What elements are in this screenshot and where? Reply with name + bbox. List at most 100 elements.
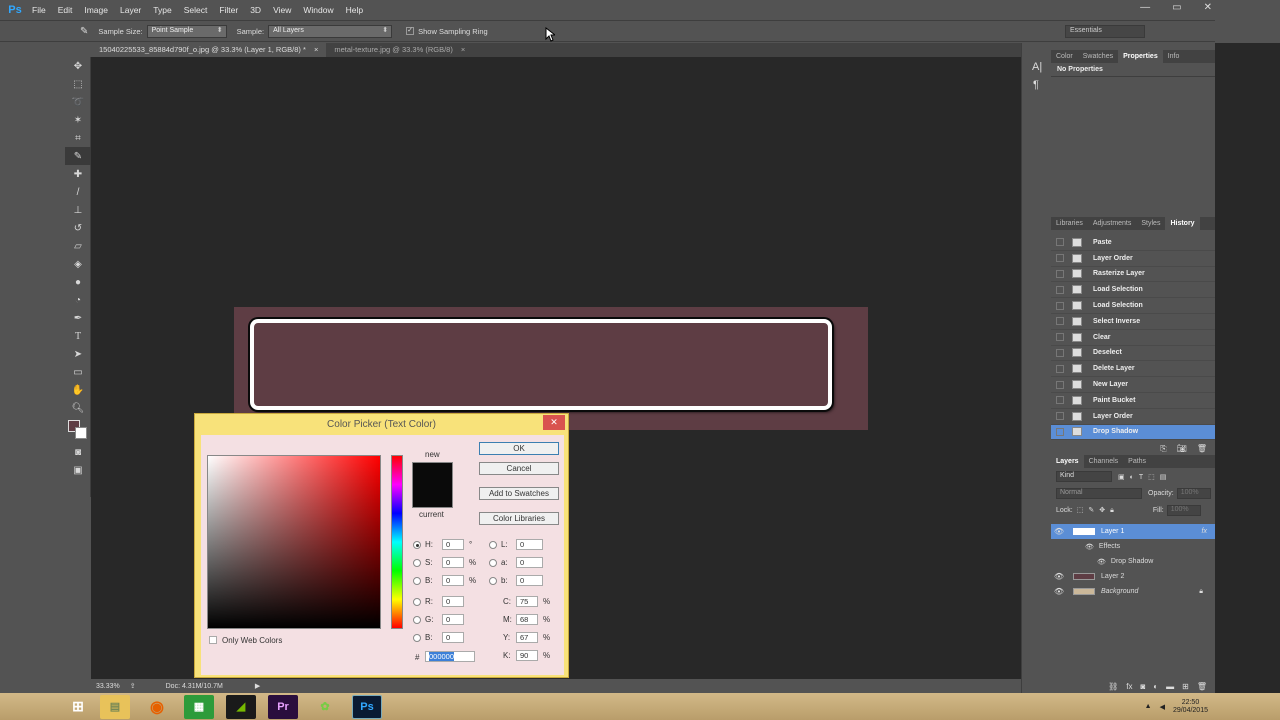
move-tool-icon[interactable]: ✥: [65, 57, 91, 75]
history-item[interactable]: Select Inverse: [1051, 314, 1215, 330]
paint-bucket-tool-icon[interactable]: ◈: [65, 255, 91, 273]
link-layers-icon[interactable]: ⛓︎: [1108, 682, 1118, 691]
menu-filter[interactable]: Filter: [213, 5, 244, 15]
history-brush-tool-icon[interactable]: ↺: [65, 219, 91, 237]
m-input[interactable]: 68: [516, 614, 538, 625]
new-group-icon[interactable]: ▬: [1166, 682, 1174, 691]
quick-mask-icon[interactable]: ◙: [65, 443, 91, 461]
blue-radio[interactable]: [413, 634, 421, 642]
new-document-from-state-icon[interactable]: ⎘: [1160, 444, 1166, 454]
layer-row-layer-1[interactable]: 👁︎ Layer 1 fx: [1051, 524, 1215, 539]
tab-libraries[interactable]: Libraries: [1051, 220, 1088, 227]
eyedropper-icon[interactable]: ✎: [80, 26, 88, 37]
paragraph-panel-icon[interactable]: ¶: [1033, 79, 1050, 91]
marquee-tool-icon[interactable]: ⬚: [65, 75, 91, 93]
windows-start-icon[interactable]: ⊞: [68, 695, 88, 719]
dodge-tool-icon[interactable]: ◔: [65, 291, 91, 309]
lab-b-input[interactable]: 0: [516, 575, 543, 586]
sample-size-select[interactable]: Point Sample: [146, 24, 227, 38]
path-selection-tool-icon[interactable]: ➤: [65, 345, 91, 363]
history-source-checkbox[interactable]: [1056, 285, 1064, 294]
color-libraries-button[interactable]: Color Libraries: [479, 512, 559, 525]
b-radio[interactable]: [413, 577, 421, 585]
hand-tool-icon[interactable]: ✋: [65, 381, 91, 399]
kind-filter-select[interactable]: Kind: [1056, 471, 1112, 482]
layer-name[interactable]: Layer 1: [1101, 528, 1124, 535]
history-item[interactable]: Layer Order: [1051, 251, 1215, 267]
delete-state-icon[interactable]: 🗑︎: [1197, 444, 1207, 454]
maximize-button[interactable]: ▭: [1172, 2, 1181, 13]
h-input[interactable]: 0: [442, 539, 464, 550]
history-item[interactable]: Load Selection: [1051, 298, 1215, 314]
add-style-icon[interactable]: fx: [1126, 682, 1132, 691]
close-icon[interactable]: ✕: [543, 415, 565, 430]
history-source-checkbox[interactable]: [1056, 412, 1064, 421]
magic-wand-tool-icon[interactable]: ✶: [65, 111, 91, 129]
effects-row[interactable]: 👁︎ Effects: [1051, 539, 1215, 554]
visibility-eye-icon[interactable]: 👁︎: [1051, 572, 1067, 581]
eraser-tool-icon[interactable]: ▱: [65, 237, 91, 255]
file-explorer-icon[interactable]: ▤: [100, 694, 130, 719]
screen-mode-icon[interactable]: ▣: [65, 461, 91, 479]
r-radio[interactable]: [413, 598, 421, 606]
history-source-checkbox[interactable]: [1056, 427, 1064, 436]
g-radio[interactable]: [413, 616, 421, 624]
share-icon[interactable]: ⇪: [130, 682, 136, 690]
visibility-eye-icon[interactable]: 👁︎: [1051, 587, 1067, 596]
history-item[interactable]: New Layer: [1051, 377, 1215, 393]
layer-row-background[interactable]: 👁︎ Background 🔒︎: [1051, 584, 1215, 599]
s-input[interactable]: 0: [442, 557, 464, 568]
tab-document-1[interactable]: 15040225533_85884d790f_o.jpg @ 33.3% (La…: [91, 43, 327, 57]
effects-eye-icon[interactable]: 👁︎: [1085, 543, 1094, 551]
add-mask-icon[interactable]: ◙: [1140, 682, 1145, 691]
visibility-eye-icon[interactable]: 👁︎: [1051, 527, 1067, 536]
ok-button[interactable]: OK: [479, 442, 559, 455]
lock-icons[interactable]: ⬚✎✥🔒︎: [1077, 506, 1119, 515]
spreadsheet-app-icon[interactable]: ▦: [184, 694, 214, 719]
new-layer-icon[interactable]: ⊞: [1182, 682, 1189, 691]
y-input[interactable]: 67: [516, 632, 538, 643]
game-app-icon[interactable]: ✿: [310, 695, 340, 719]
hex-input[interactable]: 000000: [425, 651, 475, 662]
history-item[interactable]: Paste: [1051, 235, 1215, 251]
stamp-tool-icon[interactable]: ⊥: [65, 201, 91, 219]
menu-view[interactable]: View: [267, 5, 297, 15]
tab-channels[interactable]: Channels: [1084, 458, 1124, 465]
menu-help[interactable]: Help: [340, 5, 369, 15]
menu-layer[interactable]: Layer: [114, 5, 147, 15]
history-source-checkbox[interactable]: [1056, 269, 1064, 278]
eyedropper-tool-icon[interactable]: ✎: [65, 147, 91, 165]
volume-icon[interactable]: ◀: [1160, 703, 1165, 711]
tab-history[interactable]: History: [1165, 217, 1200, 230]
pen-tool-icon[interactable]: ✒: [65, 309, 91, 327]
c-input[interactable]: 75: [516, 596, 538, 607]
character-panel-icon[interactable]: A|: [1032, 61, 1050, 73]
nvidia-icon[interactable]: ◢: [226, 694, 256, 719]
history-source-checkbox[interactable]: [1056, 396, 1064, 405]
close-button[interactable]: ✕: [1204, 2, 1212, 13]
sample-select[interactable]: All Layers: [268, 24, 393, 38]
menu-edit[interactable]: Edit: [52, 5, 79, 15]
history-source-checkbox[interactable]: [1056, 238, 1064, 247]
tab-document-2[interactable]: metal-texture.jpg @ 33.3% (RGB/8) ×: [326, 43, 473, 57]
lab-b-radio[interactable]: [489, 577, 497, 585]
r-input[interactable]: 0: [442, 596, 464, 607]
history-source-checkbox[interactable]: [1056, 301, 1064, 310]
healing-brush-tool-icon[interactable]: ✚: [65, 165, 91, 183]
brush-tool-icon[interactable]: /: [65, 183, 91, 201]
color-swatches[interactable]: [65, 417, 91, 443]
hue-slider[interactable]: [391, 455, 403, 629]
l-input[interactable]: 0: [516, 539, 543, 550]
blue-input[interactable]: 0: [442, 632, 464, 643]
menu-3d[interactable]: 3D: [244, 5, 267, 15]
layer-name[interactable]: Background: [1101, 588, 1138, 595]
photoshop-taskbar-icon[interactable]: Ps: [352, 694, 382, 719]
clock[interactable]: 22:50 29/04/2015: [1173, 699, 1208, 715]
history-source-checkbox[interactable]: [1056, 333, 1064, 342]
menu-window[interactable]: Window: [297, 5, 339, 15]
tab-properties[interactable]: Properties: [1118, 50, 1163, 63]
menu-image[interactable]: Image: [78, 5, 114, 15]
history-item[interactable]: Layer Order: [1051, 409, 1215, 425]
history-item[interactable]: Deselect: [1051, 346, 1215, 362]
history-item[interactable]: Drop Shadow: [1051, 424, 1215, 441]
